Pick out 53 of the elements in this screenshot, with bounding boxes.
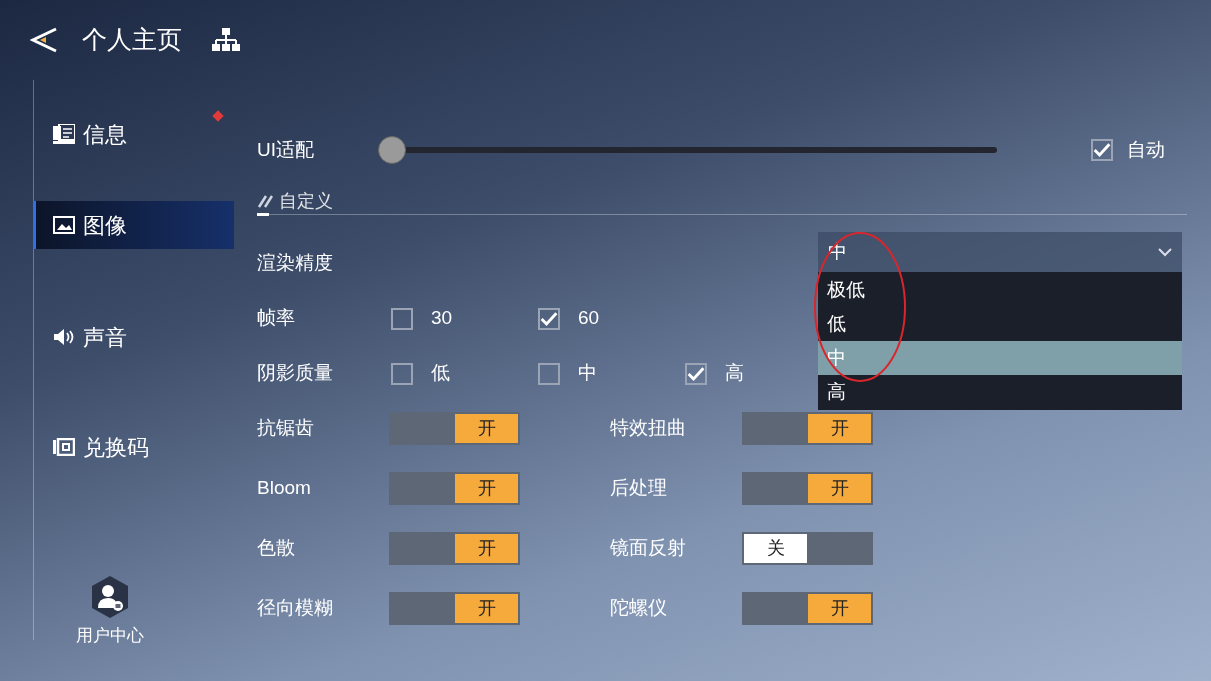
checkbox[interactable]	[1091, 139, 1113, 161]
checkbox-label: 高	[725, 361, 744, 386]
checkbox-label: 自动	[1127, 137, 1165, 162]
dropdown-option[interactable]: 低	[818, 307, 1182, 341]
setting-label: 陀螺仪	[610, 595, 668, 620]
checkbox-label: 30	[431, 306, 453, 331]
toggle-switch[interactable]: 开	[742, 591, 873, 625]
sidebar-tab[interactable]: 声音	[33, 313, 234, 361]
setting-label: 抗锯齿	[257, 415, 315, 440]
sidebar-tab[interactable]: 信息	[33, 110, 234, 158]
setting-label: 后处理	[610, 475, 668, 500]
sidebar-tab[interactable]: 图像	[33, 201, 234, 249]
page-title: 个人主页	[82, 24, 182, 56]
section-title: 自定义	[279, 189, 333, 213]
toggle-switch[interactable]: 开	[389, 591, 520, 625]
code-icon	[53, 438, 75, 456]
checkbox[interactable]	[391, 307, 413, 330]
setting-label: 色散	[257, 535, 296, 560]
toggle-switch[interactable]: 开	[389, 471, 520, 505]
setting-label: UI适配	[257, 137, 315, 162]
dropdown-option[interactable]: 极低	[818, 273, 1182, 307]
checkbox-label: 低	[431, 361, 450, 386]
setting-label: Bloom	[257, 475, 312, 500]
toggle-switch[interactable]: 关	[742, 531, 873, 565]
dropdown-option[interactable]: 高	[818, 375, 1182, 409]
setting-label: 帧率	[257, 306, 296, 331]
toggle-switch[interactable]: 开	[389, 411, 520, 445]
setting-label: 渲染精度	[257, 251, 333, 276]
speaker-icon	[53, 328, 75, 346]
checkbox[interactable]	[685, 362, 707, 385]
sidebar-tab[interactable]: 兑换码	[33, 423, 234, 471]
checkbox[interactable]	[538, 362, 560, 385]
user-center-label[interactable]: 用户中心	[76, 623, 144, 649]
checkbox[interactable]	[391, 362, 413, 385]
setting-label: 径向模糊	[257, 595, 334, 620]
toggle-switch[interactable]: 开	[742, 411, 873, 445]
hierarchy-icon[interactable]	[212, 28, 240, 52]
news-icon	[53, 124, 75, 144]
checkbox-label: 中	[578, 361, 597, 386]
slash-icon	[257, 194, 273, 208]
setting-label: 镜面反射	[610, 535, 687, 560]
setting-label: 阴影质量	[257, 361, 334, 386]
image-icon	[53, 216, 75, 234]
user-icon[interactable]	[90, 575, 130, 619]
toggle-switch[interactable]: 开	[742, 471, 873, 505]
chevron-icon	[1158, 247, 1172, 257]
slider[interactable]	[378, 136, 997, 164]
slider-thumb[interactable]	[378, 136, 406, 164]
checkbox[interactable]	[538, 307, 560, 330]
checkbox-label: 60	[578, 306, 600, 331]
back-icon[interactable]	[30, 26, 58, 54]
setting-label: 特效扭曲	[610, 415, 687, 440]
toggle-switch[interactable]: 开	[389, 531, 520, 565]
